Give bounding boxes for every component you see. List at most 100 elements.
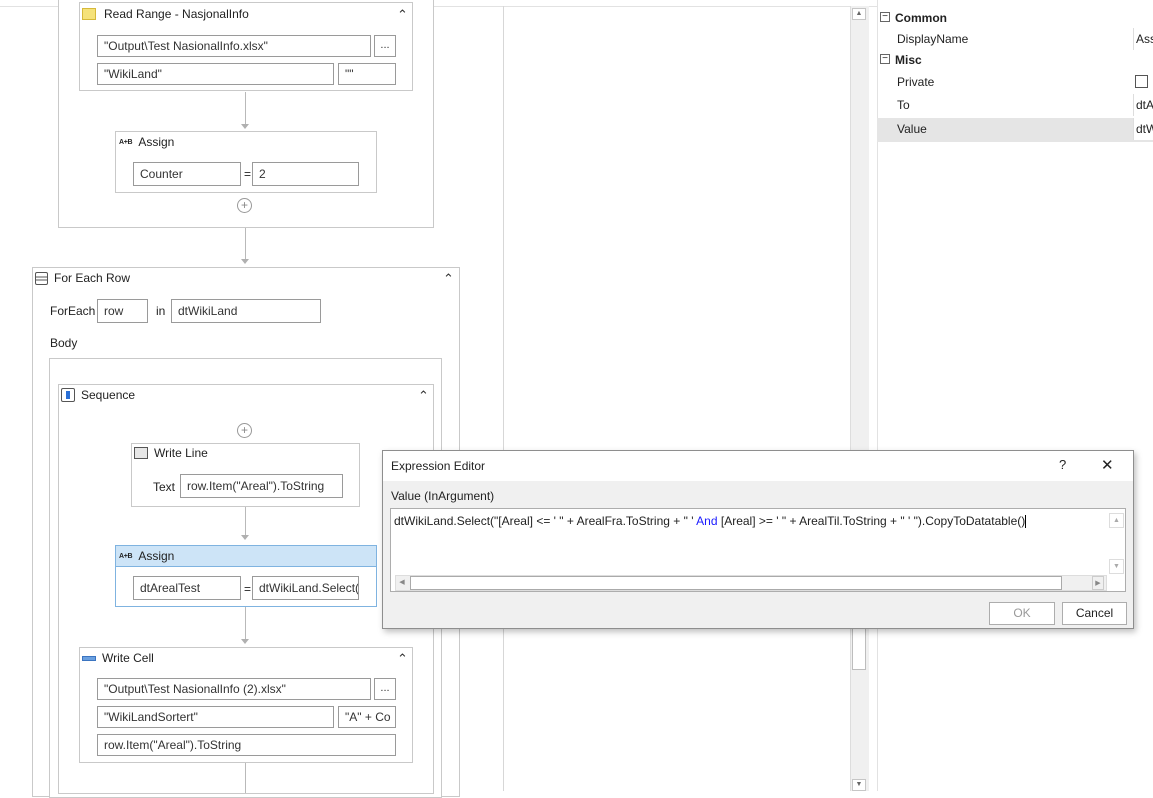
expression-part-1: dtWikiLand.Select("[Areal] <= ' " + Area… bbox=[394, 514, 697, 528]
assign-to-field[interactable]: Counter bbox=[133, 162, 241, 186]
sequence-title: Sequence bbox=[81, 388, 136, 402]
expression-text: dtWikiLand.Select("[Areal] <= ' " + Area… bbox=[394, 514, 1104, 529]
write-line-text-label: Text bbox=[153, 480, 176, 494]
cancel-button[interactable]: Cancel bbox=[1062, 602, 1127, 625]
write-line-title: Write Line bbox=[154, 446, 208, 460]
in-label: in bbox=[156, 304, 166, 318]
read-range-file-field[interactable]: "Output\Test NasionalInfo.xlsx" bbox=[97, 35, 371, 57]
write-cell-file-field[interactable]: "Output\Test NasionalInfo (2).xlsx" bbox=[97, 678, 371, 700]
expr-scroll-right-icon[interactable]: ▶ bbox=[1092, 576, 1104, 590]
to-label: To bbox=[897, 98, 910, 112]
expr-scroll-left-icon[interactable]: ◀ bbox=[396, 576, 408, 590]
read-range-range-field[interactable]: "" bbox=[338, 63, 396, 85]
sequence-icon bbox=[61, 388, 75, 402]
collapse-category-icon[interactable]: − bbox=[880, 54, 890, 64]
expression-keyword: And bbox=[696, 514, 718, 528]
expr-scroll-up-icon[interactable]: ▲ bbox=[1109, 513, 1124, 528]
assign-title: Assign bbox=[138, 549, 175, 563]
panel-divider bbox=[503, 6, 504, 791]
write-line-text-field[interactable]: row.Item("Areal").ToString bbox=[180, 474, 343, 498]
close-icon[interactable]: ✕ bbox=[1101, 456, 1114, 474]
browse-button[interactable]: ... bbox=[374, 35, 396, 57]
collapse-icon[interactable]: ⌃ bbox=[397, 652, 408, 665]
property-category-common[interactable]: − Common bbox=[877, 7, 1153, 29]
for-each-title: For Each Row bbox=[54, 271, 131, 285]
connector-arrow-icon bbox=[241, 639, 249, 644]
connector-arrow-icon bbox=[241, 124, 249, 129]
assign-to-field[interactable]: dtArealTest bbox=[133, 576, 241, 600]
foreach-variable-field[interactable]: row bbox=[97, 299, 148, 323]
for-each-icon bbox=[35, 271, 48, 285]
text-cursor bbox=[1025, 515, 1027, 529]
write-cell-cell-field[interactable]: "A" + Co bbox=[338, 706, 396, 728]
collapse-icon[interactable]: ⌃ bbox=[397, 8, 408, 21]
assign-icon: A+B bbox=[119, 552, 133, 560]
scroll-up-icon[interactable]: ▲ bbox=[852, 8, 866, 20]
body-label: Body bbox=[50, 336, 78, 350]
write-line-header: Write Line bbox=[134, 446, 208, 460]
assign-value-field[interactable]: 2 bbox=[252, 162, 359, 186]
help-icon[interactable]: ? bbox=[1059, 457, 1066, 472]
foreach-collection-field[interactable]: dtWikiLand bbox=[171, 299, 321, 323]
write-cell-title: Write Cell bbox=[102, 651, 154, 665]
private-label: Private bbox=[897, 75, 935, 89]
common-label: Common bbox=[895, 11, 947, 25]
expression-editor-dialog: Expression Editor ? ✕ Value (InArgument)… bbox=[382, 450, 1134, 629]
designer-vertical-scrollbar[interactable] bbox=[850, 6, 869, 791]
property-row-to[interactable]: To dtA bbox=[877, 94, 1153, 116]
for-each-header: For Each Row bbox=[35, 271, 130, 285]
connector-arrow-icon bbox=[241, 259, 249, 264]
connector-line bbox=[245, 607, 246, 641]
add-activity-icon[interactable]: + bbox=[237, 423, 252, 438]
read-range-header: Read Range - NasjonalInfo bbox=[82, 7, 249, 21]
write-line-icon bbox=[134, 447, 148, 459]
write-cell-icon bbox=[82, 655, 96, 661]
dialog-subtitle: Value (InArgument) bbox=[391, 489, 495, 503]
property-row-displayname[interactable]: DisplayName Assi bbox=[877, 28, 1153, 50]
workflow-designer: Read Range - NasjonalInfo ⌃ "Output\Test… bbox=[0, 0, 877, 798]
value-value[interactable]: dtW bbox=[1133, 118, 1153, 140]
misc-label: Misc bbox=[895, 53, 922, 67]
connector-line bbox=[245, 507, 246, 537]
foreach-label: ForEach bbox=[50, 304, 96, 318]
read-range-title: Read Range - NasjonalInfo bbox=[104, 7, 249, 21]
collapse-category-icon[interactable]: − bbox=[880, 12, 890, 22]
expression-input[interactable]: dtWikiLand.Select("[Areal] <= ' " + Area… bbox=[390, 508, 1126, 592]
connector-line bbox=[245, 228, 246, 260]
sequence-header: Sequence bbox=[61, 388, 135, 402]
dialog-title: Expression Editor bbox=[391, 459, 486, 473]
assign-value-field[interactable]: dtWikiLand.Select( bbox=[252, 576, 359, 600]
connector-line bbox=[245, 92, 246, 126]
displayname-value[interactable]: Assi bbox=[1133, 28, 1153, 50]
assign-header: A+B Assign bbox=[119, 549, 174, 563]
write-cell-sheet-field[interactable]: "WikiLandSortert" bbox=[97, 706, 334, 728]
dialog-titlebar bbox=[383, 451, 1133, 481]
browse-button[interactable]: ... bbox=[374, 678, 396, 700]
scroll-down-icon[interactable]: ▼ bbox=[852, 779, 866, 791]
value-label: Value bbox=[897, 122, 927, 136]
expression-part-2: [Areal] >= ' " + ArealTil.ToString + " '… bbox=[717, 514, 1026, 528]
assign-title: Assign bbox=[138, 135, 175, 149]
displayname-label: DisplayName bbox=[897, 32, 969, 46]
property-category-misc[interactable]: − Misc bbox=[877, 49, 1153, 71]
ok-button[interactable]: OK bbox=[989, 602, 1055, 625]
expr-scroll-down-icon[interactable]: ▼ bbox=[1109, 559, 1124, 574]
collapse-icon[interactable]: ⌃ bbox=[418, 389, 429, 402]
property-row-private[interactable]: Private bbox=[877, 71, 1153, 93]
property-row-value[interactable]: Value dtW bbox=[877, 118, 1153, 142]
expr-hscroll-thumb[interactable] bbox=[410, 576, 1062, 590]
connector-arrow-icon bbox=[241, 535, 249, 540]
private-checkbox[interactable] bbox=[1135, 75, 1148, 88]
collapse-icon[interactable]: ⌃ bbox=[443, 272, 454, 285]
assign-equals: = bbox=[244, 167, 252, 181]
excel-icon bbox=[82, 8, 96, 20]
write-cell-value-field[interactable]: row.Item("Areal").ToString bbox=[97, 734, 396, 756]
connector-line bbox=[245, 763, 246, 793]
to-value[interactable]: dtA bbox=[1133, 94, 1153, 116]
assign-icon: A+B bbox=[119, 138, 133, 146]
write-cell-header: Write Cell bbox=[82, 651, 154, 665]
assign-equals: = bbox=[244, 582, 252, 596]
add-activity-icon[interactable]: + bbox=[237, 198, 252, 213]
assign-header: A+B Assign bbox=[119, 135, 174, 149]
read-range-sheet-field[interactable]: "WikiLand" bbox=[97, 63, 334, 85]
